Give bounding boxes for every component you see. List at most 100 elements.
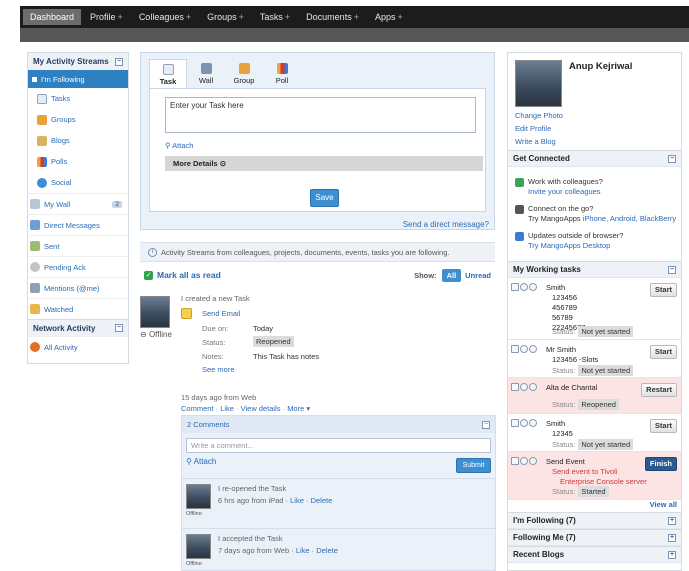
profile-photo[interactable] <box>515 60 562 107</box>
watched-icon <box>30 304 40 314</box>
task-icon <box>511 283 519 291</box>
start-button[interactable]: Start <box>649 283 677 297</box>
nav-groups[interactable]: Groups + <box>200 9 251 25</box>
collapse-icon[interactable]: − <box>115 324 123 332</box>
blogs-icon <box>37 135 47 146</box>
pending-icon <box>30 262 40 272</box>
sidebar-item-tasks[interactable]: Tasks <box>28 88 128 109</box>
profile-name[interactable]: Anup Kejriwal <box>569 61 632 72</box>
view-details-link[interactable]: View details <box>241 404 281 413</box>
view-all-link[interactable]: View all <box>508 500 681 512</box>
submit-button[interactable]: Submit <box>456 458 491 473</box>
clock-icon <box>529 283 537 291</box>
sidebar-item-blogs[interactable]: Blogs <box>28 130 128 151</box>
save-button[interactable]: Save <box>310 189 339 207</box>
groups-icon <box>37 114 47 125</box>
avatar[interactable] <box>140 296 170 328</box>
sidebar-item-mentions[interactable]: Mentions (@me) <box>28 277 128 298</box>
start-button[interactable]: Start <box>649 345 677 359</box>
collapse-icon[interactable]: − <box>115 57 123 66</box>
nav-profile[interactable]: Profile + <box>83 9 130 25</box>
finish-button[interactable]: Finish <box>644 457 677 471</box>
sidebar-item-polls[interactable]: Polls <box>28 151 128 172</box>
edit-profile-link[interactable]: Edit Profile <box>515 124 551 133</box>
recent-blogs-section-header[interactable]: Recent Blogs + <box>508 546 681 563</box>
clock-icon <box>529 457 537 465</box>
start-button[interactable]: Start <box>649 419 677 433</box>
sidebar-item-pending-ack[interactable]: Pending Ack <box>28 256 128 277</box>
attach-link[interactable]: ⚲ Attach <box>186 457 216 466</box>
connect-item-mobile: Connect on the go? Try MangoApps iPhone,… <box>508 200 681 227</box>
info-icon <box>520 383 528 391</box>
status-badge: Not yet started <box>578 326 634 337</box>
invite-colleagues-link[interactable]: Invite your colleagues <box>528 187 681 197</box>
like-link[interactable]: Like <box>296 546 310 555</box>
delete-link[interactable]: Delete <box>316 546 338 555</box>
comment-actions-row: ⚲ Attach Submit <box>182 453 495 478</box>
mobile-apps-link[interactable]: iPhone, Android, BlackBerry <box>583 214 676 223</box>
expand-icon[interactable]: + <box>668 550 676 559</box>
working-task-item[interactable]: Mr Smith 123456 -Slots Status: Not yet sta… <box>508 340 681 378</box>
write-blog-link[interactable]: Write a Blog <box>515 137 556 146</box>
like-link[interactable]: Like <box>290 496 304 505</box>
more-link[interactable]: More <box>287 404 304 413</box>
working-task-item[interactable]: Smith 123456 456789 56789 22245677 Status: No… <box>508 278 681 340</box>
working-task-item[interactable]: Alta de Chantal Status: Reopened Restart <box>508 378 681 414</box>
nav-dashboard[interactable]: Dashboard <box>23 9 82 25</box>
network-activity-header: Network Activity − <box>28 319 128 336</box>
sidebar-item-social[interactable]: Social <box>28 172 128 193</box>
filter-unread-link[interactable]: Unread <box>465 271 491 280</box>
comment-link[interactable]: Comment <box>181 404 214 413</box>
mark-all-read-link[interactable]: Mark all as read <box>157 270 221 280</box>
collapse-icon[interactable]: − <box>482 420 490 429</box>
task-note-icon <box>181 308 192 319</box>
left-sidebar: My Activity Streams − I'm Following Task… <box>27 52 129 364</box>
comments-count-link[interactable]: 2 Comments <box>187 420 230 429</box>
avatar[interactable] <box>186 484 211 509</box>
post-headline: I created a new Task <box>181 294 250 303</box>
tab-wall[interactable]: Wall <box>187 59 225 88</box>
restart-button[interactable]: Restart <box>641 383 677 397</box>
tasks-icon <box>37 93 47 104</box>
nav-apps[interactable]: Apps + <box>368 9 410 25</box>
sidebar-item-sent[interactable]: Sent <box>28 235 128 256</box>
desktop-app-link[interactable]: Try MangoApps Desktop <box>528 241 681 251</box>
nav-colleagues[interactable]: Colleagues + <box>132 9 198 25</box>
task-input[interactable]: Enter your Task here <box>165 97 476 133</box>
sidebar-item-groups[interactable]: Groups <box>28 109 128 130</box>
change-photo-link[interactable]: Change Photo <box>515 111 563 120</box>
comments-panel: 2 Comments − Write a comment... ⚲ Attach… <box>181 415 496 571</box>
working-task-item[interactable]: Send Event Send event to Tivoli Enterprise… <box>508 452 681 500</box>
direct-message-link[interactable]: Send a direct message? <box>403 220 489 229</box>
tab-task[interactable]: Task <box>149 59 187 89</box>
delete-link[interactable]: Delete <box>311 496 333 505</box>
like-link[interactable]: Like <box>220 404 234 413</box>
working-task-item[interactable]: Smith 12345 Status: Not yet started Start <box>508 414 681 452</box>
send-email-link[interactable]: Send Email <box>202 309 240 318</box>
expand-icon[interactable]: + <box>668 533 676 542</box>
pen-icon <box>200 63 212 74</box>
more-details-toggle[interactable]: More Details ⊙ <box>165 156 483 171</box>
following-me-section-header[interactable]: Following Me (7) + <box>508 529 681 546</box>
comment-input[interactable]: Write a comment... <box>186 438 491 453</box>
filter-all-button[interactable]: All <box>441 268 462 282</box>
collapse-icon[interactable]: − <box>668 154 676 163</box>
see-more-link[interactable]: See more <box>202 365 235 374</box>
sidebar-item-following[interactable]: I'm Following <box>28 70 128 88</box>
sidebar-item-direct-messages[interactable]: Direct Messages <box>28 214 128 235</box>
attach-link[interactable]: ⚲ Attach <box>165 141 193 150</box>
sidebar-item-watched[interactable]: Watched <box>28 298 128 319</box>
caret-down-icon: ▾ <box>306 404 311 413</box>
status-badge: Reopened <box>578 399 619 410</box>
nav-documents[interactable]: Documents + <box>299 9 366 25</box>
tab-poll[interactable]: Poll <box>263 59 301 88</box>
collapse-icon[interactable]: − <box>668 265 676 274</box>
nav-tasks[interactable]: Tasks + <box>253 9 297 25</box>
tab-group[interactable]: Group <box>225 59 263 88</box>
expand-icon[interactable]: + <box>668 516 676 525</box>
avatar[interactable] <box>186 534 211 559</box>
sidebar-item-all-activity[interactable]: All Activity <box>28 336 128 357</box>
following-section-header[interactable]: I'm Following (7) + <box>508 512 681 529</box>
composer-tabs: Task Wall Group Poll <box>141 53 494 89</box>
sidebar-item-my-wall[interactable]: My Wall 2 <box>28 193 128 214</box>
